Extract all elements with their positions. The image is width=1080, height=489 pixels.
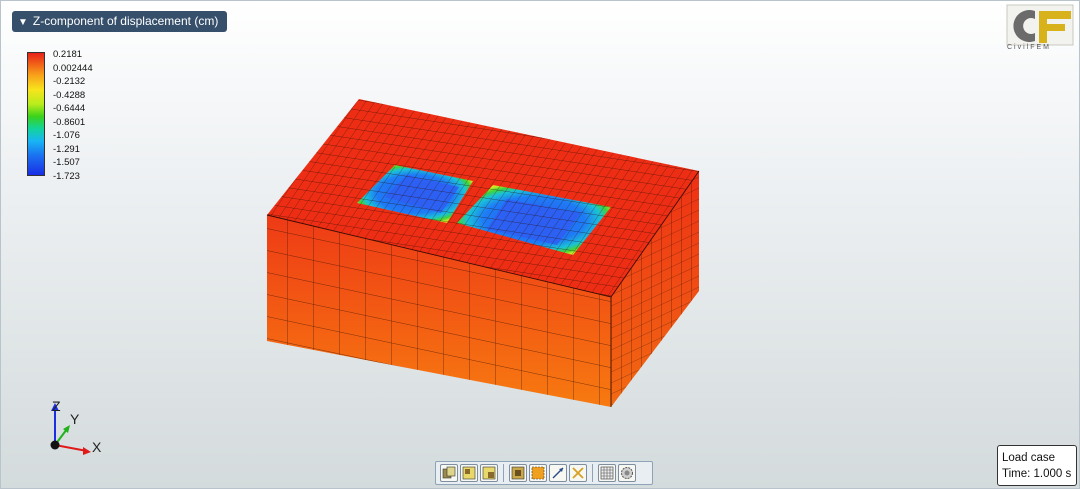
toolbar-separator [592, 464, 593, 482]
triangle-down-icon: ▼ [18, 17, 28, 28]
legend-label: -0.8601 [53, 116, 86, 128]
view-front-icon[interactable] [440, 464, 458, 482]
legend-label: -1.291 [53, 143, 80, 155]
legend-label: -1.507 [53, 157, 80, 168]
result-title-text: Z-component of displacement (cm) [32, 14, 219, 28]
legend-label: -0.4288 [53, 89, 86, 101]
select-box-icon[interactable] [509, 464, 527, 482]
settings-icon[interactable] [618, 464, 636, 482]
load-case-info: Load case Time: 1.000 s [997, 445, 1077, 486]
rotate-icon[interactable] [569, 464, 587, 482]
legend-label: -1.076 [53, 130, 80, 141]
fit-icon[interactable] [549, 464, 567, 482]
legend-color-bar [27, 52, 45, 176]
fem-model-view[interactable] [261, 95, 711, 415]
legend-label: 0.002444 [53, 62, 93, 74]
x-axis-label: X [92, 439, 102, 455]
toolbar-separator [503, 464, 504, 482]
legend-label: 0.2181 [53, 49, 83, 60]
legend-label: -0.6444 [53, 103, 86, 114]
measure-icon[interactable] [529, 464, 547, 482]
result-title-dropdown[interactable]: ▼ Z-component of displacement (cm) [12, 11, 227, 32]
legend-label: -1.723 [53, 170, 80, 182]
z-axis-label: Z [52, 398, 61, 414]
legend-label: -0.2132 [53, 76, 86, 87]
graphics-viewport[interactable]: ▼ Z-component of displacement (cm) 0.2181… [0, 0, 1080, 489]
x-axis [54, 444, 88, 452]
view-toolbar [435, 461, 653, 485]
view-iso-icon[interactable] [480, 464, 498, 482]
logo-text: CivilFEM [1007, 44, 1051, 51]
view-side-icon[interactable] [460, 464, 478, 482]
y-axis-label: Y [70, 411, 80, 427]
load-case-label: Load case [1002, 452, 1056, 464]
load-case-time: Time: 1.000 s [1002, 468, 1072, 480]
triad-origin [50, 440, 60, 450]
mesh-grid-icon[interactable] [598, 464, 616, 482]
